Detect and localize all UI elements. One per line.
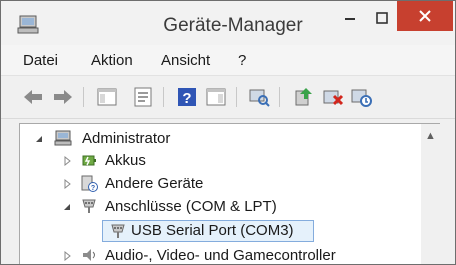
tree-item-andere-geraete[interactable]: ? Andere Geräte bbox=[20, 173, 420, 195]
close-icon bbox=[419, 10, 431, 22]
port-icon bbox=[111, 224, 125, 238]
port-icon bbox=[82, 199, 96, 213]
maximize-icon bbox=[376, 12, 388, 24]
collapsed-arrow-icon[interactable] bbox=[62, 156, 72, 166]
toolbar-separator bbox=[236, 87, 237, 107]
tree-label: USB Serial Port (COM3) bbox=[131, 222, 294, 239]
unknown-device-icon: ? bbox=[81, 175, 98, 192]
collapsed-arrow-icon[interactable] bbox=[62, 179, 72, 189]
properties-icon[interactable] bbox=[131, 85, 155, 109]
tree-label: Administrator bbox=[82, 130, 171, 147]
speaker-icon bbox=[83, 249, 95, 261]
action-pane-icon[interactable] bbox=[204, 85, 228, 109]
close-button[interactable] bbox=[397, 1, 453, 31]
help-icon[interactable]: ? bbox=[175, 85, 199, 109]
scroll-up-icon[interactable]: ▲ bbox=[425, 130, 436, 142]
tree-label: Audio-, Video- und Gamecontroller bbox=[105, 247, 336, 264]
uninstall-device-icon[interactable] bbox=[321, 85, 345, 109]
expanded-arrow-icon[interactable] bbox=[34, 134, 44, 144]
back-arrow-icon[interactable] bbox=[21, 85, 45, 109]
battery-icon bbox=[82, 155, 96, 166]
tree-label: Andere Geräte bbox=[105, 175, 204, 192]
tree-label: Akkus bbox=[105, 152, 146, 169]
forward-arrow-icon[interactable] bbox=[51, 85, 75, 109]
svg-text:?: ? bbox=[91, 185, 95, 192]
computer-icon bbox=[54, 130, 72, 146]
disable-device-icon[interactable] bbox=[349, 85, 373, 109]
update-driver-icon[interactable] bbox=[292, 85, 316, 109]
tree-root-administrator[interactable]: Administrator bbox=[20, 128, 420, 150]
menu-ansicht[interactable]: Ansicht bbox=[161, 52, 210, 69]
menu-help[interactable]: ? bbox=[238, 52, 246, 69]
tree-item-akkus[interactable]: Akkus bbox=[20, 150, 420, 172]
svg-text:?: ? bbox=[182, 90, 191, 107]
toolbar-separator bbox=[163, 87, 164, 107]
maximize-button[interactable] bbox=[367, 1, 397, 35]
toolbar-separator bbox=[279, 87, 280, 107]
console-tree-icon[interactable] bbox=[95, 85, 119, 109]
expanded-arrow-icon[interactable] bbox=[62, 202, 72, 212]
menu-bar: Datei Aktion Ansicht ? bbox=[1, 45, 455, 76]
toolbar-separator bbox=[83, 87, 84, 107]
tree-item-usb-serial-port[interactable]: USB Serial Port (COM3) bbox=[102, 220, 314, 242]
scan-hardware-icon[interactable] bbox=[247, 85, 271, 109]
minimize-button[interactable] bbox=[335, 1, 365, 35]
menu-aktion[interactable]: Aktion bbox=[91, 52, 133, 69]
tree-item-audio-video-gamecontroller[interactable]: Audio-, Video- und Gamecontroller bbox=[20, 245, 420, 264]
title-bar[interactable]: Geräte-Manager bbox=[1, 1, 455, 45]
device-tree: ▲ Administrator Akkus ? Andere Geräte An… bbox=[19, 123, 440, 264]
collapsed-arrow-icon[interactable] bbox=[62, 251, 72, 261]
vertical-scrollbar[interactable]: ▲ bbox=[421, 124, 440, 264]
tree-label: Anschlüsse (COM & LPT) bbox=[105, 198, 277, 215]
tree-item-anschluesse[interactable]: Anschlüsse (COM & LPT) bbox=[20, 196, 420, 218]
device-manager-window: Geräte-Manager Datei Aktion Ansicht ? ? bbox=[0, 0, 456, 265]
minimize-icon bbox=[345, 18, 355, 20]
toolbar: ? bbox=[1, 76, 455, 119]
menu-datei[interactable]: Datei bbox=[23, 52, 58, 69]
